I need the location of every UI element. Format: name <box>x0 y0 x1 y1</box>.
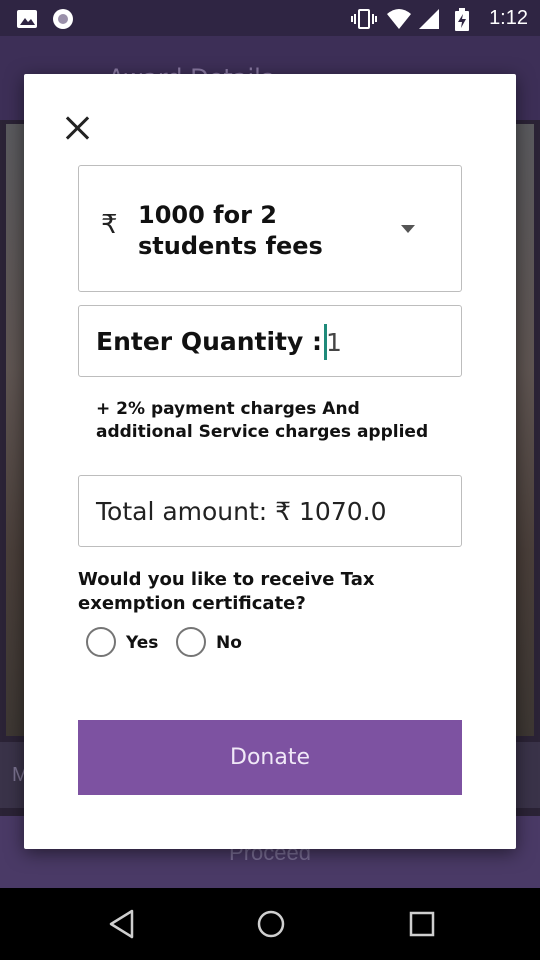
radio-yes[interactable] <box>86 627 116 657</box>
battery-charging-icon <box>455 8 469 31</box>
dropdown-arrow-icon <box>401 225 415 233</box>
plan-selected-value: 1000 for 2 students fees <box>138 201 323 260</box>
back-nav-icon[interactable] <box>106 908 138 940</box>
radio-no-label[interactable]: No <box>216 633 242 653</box>
close-icon[interactable] <box>64 114 92 142</box>
radio-no[interactable] <box>176 627 206 657</box>
navigation-bar <box>0 888 540 960</box>
text-cursor <box>324 324 327 360</box>
rupee-icon: ₹ <box>101 210 118 240</box>
signal-icon <box>419 9 439 29</box>
vibrate-icon <box>351 9 377 29</box>
donate-button[interactable]: Donate <box>78 720 462 795</box>
total-amount-text: Total amount: ₹ 1070.0 <box>96 497 387 526</box>
status-bar: 1:12 <box>0 0 540 36</box>
quantity-field: Enter Quantity : <box>78 305 462 377</box>
wifi-icon <box>387 9 411 29</box>
home-nav-icon[interactable] <box>255 908 287 940</box>
charges-note: + 2% payment charges And additional Serv… <box>96 399 429 442</box>
record-icon <box>53 9 73 29</box>
plan-dropdown[interactable]: ₹ 1000 for 2 students fees <box>78 165 462 292</box>
status-time: 1:12 <box>489 7 528 29</box>
image-icon <box>17 10 37 28</box>
quantity-label: Enter Quantity : <box>96 327 323 356</box>
quantity-input[interactable] <box>324 322 444 362</box>
radio-yes-label[interactable]: Yes <box>126 633 158 653</box>
total-amount-box: Total amount: ₹ 1070.0 <box>78 475 462 547</box>
recents-nav-icon[interactable] <box>406 908 438 940</box>
tax-exemption-question: Would you like to receive Tax exemption … <box>78 569 375 614</box>
donation-dialog: ₹ 1000 for 2 students fees Enter Quantit… <box>24 74 516 849</box>
